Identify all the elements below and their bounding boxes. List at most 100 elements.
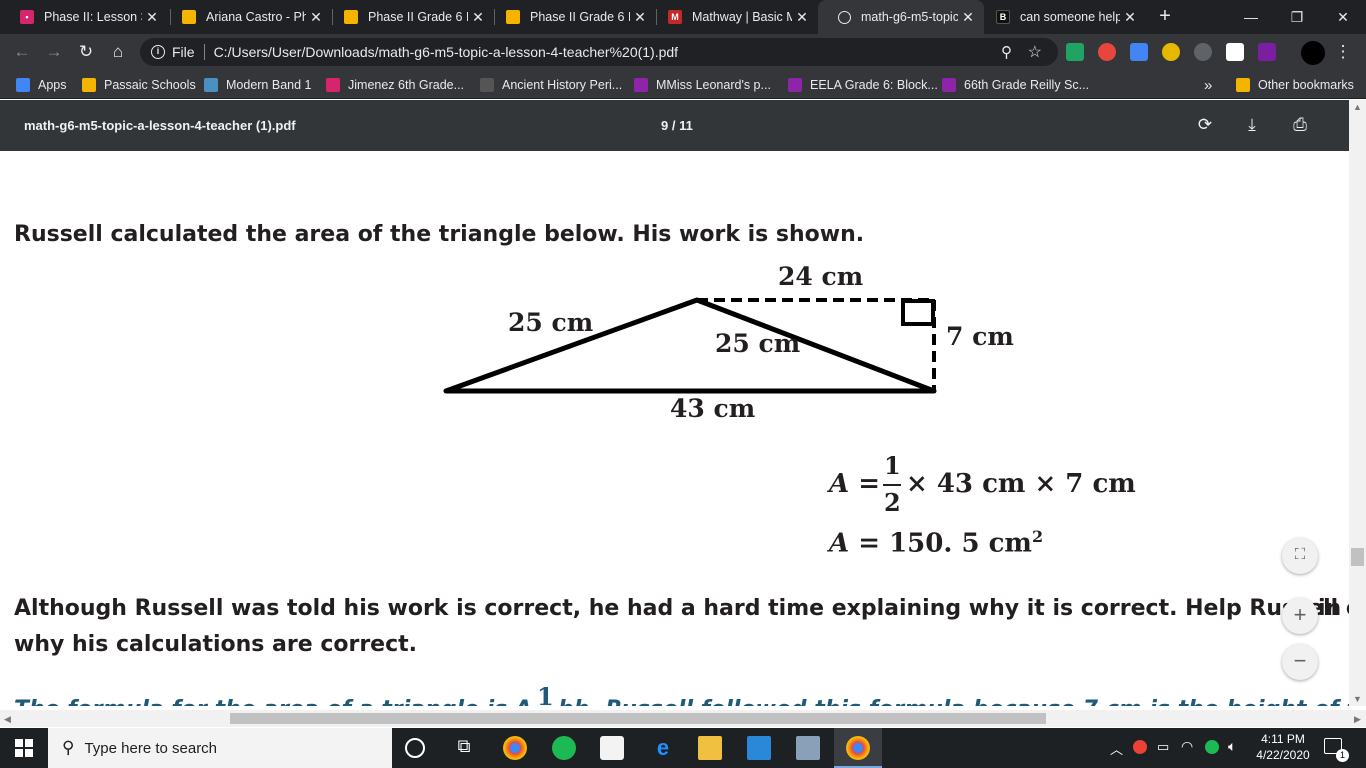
scroll-up-icon[interactable]: ▲ xyxy=(1353,102,1362,112)
home-icon[interactable]: ⌂ xyxy=(106,40,130,64)
scroll-left-icon[interactable]: ◀ xyxy=(4,714,11,725)
tab-4[interactable]: Phase II Grade 6 Le ✕ xyxy=(486,0,656,34)
info-icon[interactable]: i xyxy=(151,45,165,59)
zoom-in-button[interactable]: + xyxy=(1282,598,1318,634)
chrome-icon[interactable] xyxy=(503,736,527,760)
tab-1[interactable]: ▪ Phase II: Lesson 3 ✕ xyxy=(0,0,168,34)
close-icon[interactable]: ✕ xyxy=(1120,9,1140,26)
close-icon[interactable]: ✕ xyxy=(630,9,650,26)
chrome-taskbar-active[interactable] xyxy=(834,728,882,768)
bookmark-item[interactable]: Jimenez 6th Grade... xyxy=(326,75,464,95)
close-icon[interactable]: ✕ xyxy=(468,9,488,26)
chevron-up-icon[interactable]: ︿ xyxy=(1110,739,1123,758)
fraction-bar xyxy=(883,484,901,486)
close-icon[interactable]: ✕ xyxy=(792,9,812,26)
bookmark-item[interactable]: Passaic Schools xyxy=(82,75,196,95)
task-view-icon[interactable]: ⧉ xyxy=(452,736,476,760)
back-icon[interactable]: ← xyxy=(10,40,34,64)
cortana-icon[interactable] xyxy=(405,738,425,758)
network-device-icon[interactable]: ▭ xyxy=(1157,739,1169,755)
clock-date[interactable]: 4/22/2020 xyxy=(1255,748,1311,762)
tab-7[interactable]: B can someone help ✕ xyxy=(976,0,1146,34)
close-icon[interactable]: ✕ xyxy=(958,9,978,26)
store-icon[interactable] xyxy=(600,736,624,760)
new-tab-icon[interactable]: + xyxy=(1155,4,1175,28)
menu-icon[interactable]: ⋮ xyxy=(1331,40,1355,64)
scroll-right-icon[interactable]: ▶ xyxy=(1354,714,1361,725)
spotify-tray-icon[interactable] xyxy=(1205,740,1219,754)
restore-icon[interactable]: ❐ xyxy=(1274,0,1320,34)
reload-icon[interactable]: ↻ xyxy=(74,40,98,64)
print-icon[interactable]: ⎙ xyxy=(1289,114,1311,136)
slides-icon: ▪ xyxy=(20,10,34,24)
extension-icon[interactable] xyxy=(1258,43,1276,61)
download-icon[interactable]: ⤓ xyxy=(1241,114,1263,136)
forward-icon[interactable]: → xyxy=(42,40,66,64)
file-explorer-icon[interactable] xyxy=(698,736,722,760)
windows-start-button[interactable] xyxy=(0,728,48,768)
avatar[interactable] xyxy=(1301,41,1325,65)
bookmark-item[interactable]: EELA Grade 6: Block... xyxy=(788,75,938,95)
bookmark-apps[interactable]: Apps xyxy=(16,75,67,95)
tab-5[interactable]: M Mathway | Basic M ✕ xyxy=(648,0,818,34)
tab-title: Phase II Grade 6 Le xyxy=(368,10,468,24)
left-side-label: 25 cm xyxy=(508,308,593,337)
bookmark-item[interactable]: MMiss Leonard's p... xyxy=(634,75,771,95)
app-icon[interactable] xyxy=(796,736,820,760)
bookmark-star-icon[interactable]: ☆ xyxy=(1028,42,1042,62)
chrome-tray-icon[interactable] xyxy=(1133,740,1147,754)
horizontal-scrollbar[interactable]: ◀ ▶ xyxy=(0,710,1366,727)
scroll-down-icon[interactable]: ▼ xyxy=(1353,694,1362,704)
edge-icon[interactable]: e xyxy=(651,736,675,760)
clock-time[interactable]: 4:11 PM xyxy=(1257,732,1309,746)
bookmark-icon xyxy=(326,78,340,92)
answer-fraction-numerator: 1 xyxy=(537,682,554,706)
vertical-scrollbar[interactable]: ▲ ▼ xyxy=(1349,100,1366,706)
top-label: 24 cm xyxy=(778,262,863,291)
extension-icon[interactable] xyxy=(1130,43,1148,61)
zoom-out-button[interactable]: − xyxy=(1282,644,1318,680)
tab-6-active[interactable]: math-g6-m5-topic ✕ xyxy=(818,0,984,34)
bookmark-item[interactable]: Ancient History Peri... xyxy=(480,75,622,95)
volume-icon[interactable]: 🔈︎ xyxy=(1228,738,1236,755)
rotate-icon[interactable]: ⟳ xyxy=(1194,114,1216,136)
folder-icon xyxy=(82,78,96,92)
slides-icon xyxy=(506,10,520,24)
other-bookmarks[interactable]: Other bookmarks xyxy=(1236,75,1354,95)
fit-to-page-button[interactable]: ⛶ xyxy=(1282,538,1318,574)
height-label: 7 cm xyxy=(946,322,1014,351)
spotify-icon[interactable] xyxy=(552,736,576,760)
url-text[interactable]: C:/Users/User/Downloads/math-g6-m5-topic… xyxy=(214,44,679,60)
pdf-toolbar: math-g6-m5-topic-a-lesson-4-teacher (1).… xyxy=(0,100,1349,151)
extension-icon[interactable] xyxy=(1098,43,1116,61)
horizontal-scroll-thumb[interactable] xyxy=(230,713,1046,724)
address-bar[interactable]: i File C:/Users/User/Downloads/math-g6-m… xyxy=(140,38,1058,66)
power-icon[interactable] xyxy=(1194,43,1212,61)
close-icon[interactable]: ✕ xyxy=(142,9,162,26)
mail-icon[interactable] xyxy=(747,736,771,760)
extension-icon[interactable] xyxy=(1162,43,1180,61)
answer-text-right: bh. Russell followed this formula becaus… xyxy=(558,697,1349,706)
work-line1-lhs: A = xyxy=(829,469,881,499)
notification-badge: 1 xyxy=(1336,749,1349,762)
zoom-icon[interactable]: ⚲ xyxy=(1001,43,1012,61)
minimize-icon[interactable]: — xyxy=(1228,0,1274,34)
bookmarks-overflow-button[interactable]: » xyxy=(1204,75,1212,95)
extension-icon[interactable] xyxy=(1066,43,1084,61)
bookmark-item[interactable]: Modern Band 1 xyxy=(204,75,311,95)
tab-title: Phase II Grade 6 Le xyxy=(530,10,630,24)
close-window-icon[interactable]: ✕ xyxy=(1320,0,1366,34)
bookmark-icon xyxy=(788,78,802,92)
vertical-scroll-thumb[interactable] xyxy=(1351,548,1364,566)
wifi-icon[interactable]: ◠ xyxy=(1181,738,1193,755)
tab-3[interactable]: Phase II Grade 6 Le ✕ xyxy=(324,0,494,34)
taskbar-search[interactable]: ⚲ Type here to search xyxy=(48,728,392,768)
chrome-icon xyxy=(846,736,870,760)
bookmark-item[interactable]: 66th Grade Reilly Sc... xyxy=(942,75,1089,95)
folder-icon xyxy=(1236,78,1250,92)
tab-2[interactable]: Ariana Castro - Ph ✕ xyxy=(162,0,332,34)
close-icon[interactable]: ✕ xyxy=(306,9,326,26)
fraction-denominator: 2 xyxy=(884,488,901,517)
bookmark-icon xyxy=(480,78,494,92)
extension-icon[interactable] xyxy=(1226,43,1244,61)
